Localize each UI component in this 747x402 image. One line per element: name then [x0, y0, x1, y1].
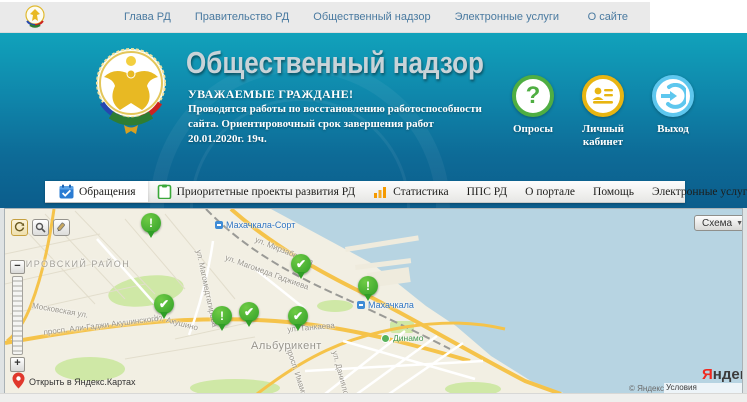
notice-text: Проводятся работы по восстановлению рабо…: [188, 103, 482, 146]
nav-item-eservices[interactable]: Электронные услуги: [643, 181, 747, 202]
nav-item-priority-projects[interactable]: Приоритетные проекты развития РД: [148, 181, 365, 202]
page-title: Общественный надзор: [186, 45, 484, 80]
station-icon: [357, 301, 365, 309]
section-nav: Обращения Приоритетные проекты развития …: [45, 181, 747, 203]
zoom-in-button[interactable]: +: [10, 357, 25, 372]
surveys-button[interactable]: ? Опросы: [498, 75, 568, 148]
dagestan-emblem-small-icon: [25, 5, 45, 28]
map-copyright: © Яндекс: [629, 384, 665, 393]
terms-of-use-link[interactable]: Условия использования: [664, 383, 742, 393]
map-label-poi: Динамо: [381, 333, 424, 343]
personal-account-button[interactable]: Личный кабинет: [568, 75, 638, 148]
zoom-slider[interactable]: [12, 276, 23, 355]
open-in-yandex-maps-link[interactable]: Открыть в Яндекс.Картах: [29, 377, 135, 387]
notice-greeting: УВАЖАЕМЫЕ ГРАЖДАНЕ!: [188, 87, 354, 101]
dagestan-coat-of-arms: [96, 48, 166, 134]
nav-item-statistics[interactable]: Статистика: [364, 181, 457, 202]
yandex-logo[interactable]: Яндекс: [702, 366, 742, 383]
pan-tool-button[interactable]: [11, 219, 28, 236]
nav-item-about-portal[interactable]: О портале: [516, 181, 584, 202]
map-type-dropdown[interactable]: Схема ▼: [694, 215, 743, 231]
map-marker-alert[interactable]: !: [141, 213, 161, 238]
bar-chart-icon: [374, 187, 387, 198]
map-toolbar: [11, 219, 70, 236]
stadium-icon: [381, 333, 390, 343]
top-bar: Глава РД Правительство РД Общественный н…: [0, 0, 747, 33]
profile-icon: [582, 75, 624, 117]
question-icon: ?: [512, 75, 554, 117]
top-link-nadzor[interactable]: Общественный надзор: [313, 11, 430, 23]
ruler-tool-button[interactable]: [53, 219, 70, 236]
clipboard-icon: [157, 184, 171, 199]
map-section: − + Открыть в Яндекс.Картах Схема ▼ Янде…: [0, 208, 747, 393]
station-icon: [215, 221, 223, 229]
map-label-station: Махачкала: [357, 300, 414, 310]
appeals-check-icon: [59, 184, 74, 199]
map-marker-done[interactable]: ✔: [291, 254, 311, 279]
zoom-out-button[interactable]: −: [10, 260, 25, 274]
map-marker-done[interactable]: ✔: [288, 306, 308, 331]
top-bar-inner: Глава РД Правительство РД Общественный н…: [0, 2, 650, 33]
nav-item-appeals[interactable]: Обращения: [45, 181, 148, 202]
exit-button[interactable]: Выход: [638, 75, 708, 148]
top-link-eservices[interactable]: Электронные услуги: [455, 11, 559, 23]
top-link-government[interactable]: Правительство РД: [195, 11, 289, 23]
top-nav: Глава РД Правительство РД Общественный н…: [124, 11, 559, 23]
map-marker-done[interactable]: ✔: [239, 302, 259, 327]
logout-icon: [652, 75, 694, 117]
map[interactable]: − + Открыть в Яндекс.Картах Схема ▼ Янде…: [4, 208, 743, 393]
map-label-station: Махачкала-Сорт: [215, 220, 295, 230]
magnifier-tool-button[interactable]: [32, 219, 49, 236]
map-marker-alert[interactable]: !: [358, 276, 378, 301]
nav-item-help[interactable]: Помощь: [584, 181, 643, 202]
page-bottom-strip: [0, 393, 747, 402]
top-link-glava[interactable]: Глава РД: [124, 11, 171, 23]
top-link-about[interactable]: О сайте: [588, 11, 628, 23]
map-marker-alert[interactable]: !: [212, 306, 232, 331]
chevron-down-icon: ▼: [736, 219, 743, 227]
map-marker-done[interactable]: ✔: [154, 294, 174, 319]
nav-item-pps[interactable]: ППС РД: [458, 181, 517, 202]
map-label-district: КИРОВСКИЙ РАЙОН: [19, 259, 131, 269]
header-buttons: ? Опросы Личный кабинет Выход: [498, 75, 708, 148]
yandex-pin-icon: [12, 372, 25, 389]
